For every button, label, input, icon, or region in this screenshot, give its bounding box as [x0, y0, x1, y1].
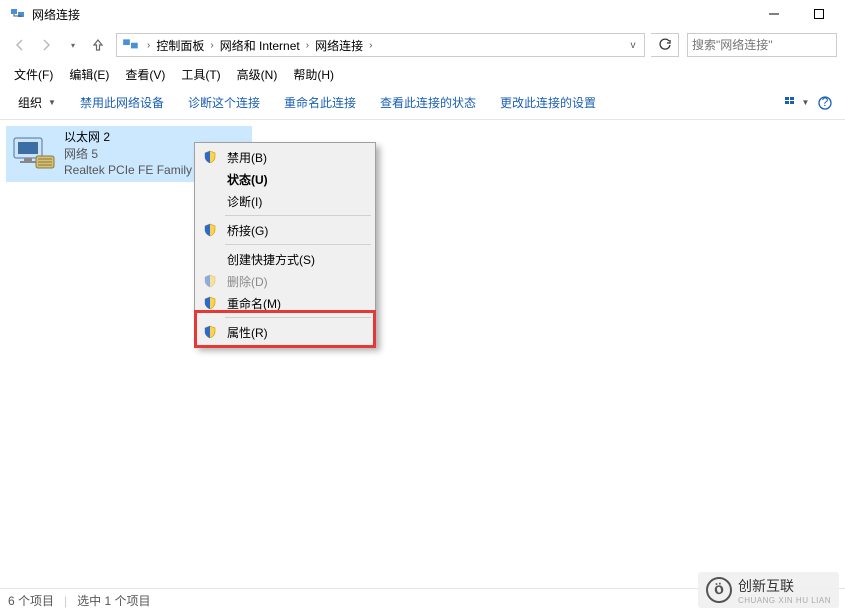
- ctx-shortcut-label: 创建快捷方式(S): [219, 251, 315, 268]
- watermark-sub: CHUANG XIN HU LIAN: [738, 596, 831, 605]
- status-item-count: 6 个项目: [8, 592, 54, 609]
- watermark: ö 创新互联 CHUANG XIN HU LIAN: [698, 572, 839, 608]
- organize-button[interactable]: 组织▼: [6, 92, 68, 113]
- menu-advanced[interactable]: 高级(N): [229, 64, 286, 85]
- command-bar: 组织▼ 禁用此网络设备 诊断这个连接 重命名此连接 查看此连接的状态 更改此连接…: [0, 86, 845, 120]
- chevron-right-icon[interactable]: ›: [143, 40, 154, 51]
- status-separator: |: [64, 594, 67, 608]
- menu-tools[interactable]: 工具(T): [173, 64, 228, 85]
- menu-file[interactable]: 文件(F): [6, 64, 61, 85]
- organize-label: 组织: [18, 94, 42, 111]
- ctx-properties[interactable]: 属性(R): [197, 321, 373, 343]
- chevron-right-icon[interactable]: ›: [365, 40, 376, 51]
- svg-text:?: ?: [822, 96, 829, 109]
- ethernet-adapter-icon: [10, 134, 58, 174]
- breadcrumb-network-connections[interactable]: 网络连接: [313, 37, 365, 54]
- diagnose-cmd[interactable]: 诊断这个连接: [176, 92, 272, 113]
- ctx-disable[interactable]: 禁用(B): [197, 146, 373, 168]
- ctx-rename-label: 重命名(M): [219, 295, 281, 312]
- history-dropdown[interactable]: ▾: [60, 33, 84, 57]
- app-icon: [10, 6, 26, 22]
- refresh-button[interactable]: [651, 33, 679, 57]
- help-button[interactable]: ?: [811, 92, 839, 114]
- view-options-button[interactable]: ▼: [783, 92, 811, 114]
- ctx-properties-label: 属性(R): [219, 324, 268, 341]
- window-title: 网络连接: [32, 6, 751, 23]
- up-button[interactable]: [86, 33, 110, 57]
- ctx-status[interactable]: 状态(U): [197, 168, 373, 190]
- ctx-delete-label: 删除(D): [219, 273, 268, 290]
- ctx-bridge-label: 桥接(G): [219, 222, 268, 239]
- disable-device-cmd[interactable]: 禁用此网络设备: [68, 92, 176, 113]
- separator: [225, 215, 371, 216]
- ctx-diagnose[interactable]: 诊断(I): [197, 190, 373, 212]
- ctx-shortcut[interactable]: 创建快捷方式(S): [197, 248, 373, 270]
- shield-icon: [201, 150, 219, 164]
- breadcrumb-control-panel[interactable]: 控制面板: [154, 37, 206, 54]
- adapter-status: 网络 5: [64, 146, 192, 163]
- search-input[interactable]: [692, 38, 832, 52]
- address-bar: ▾ › 控制面板 › 网络和 Internet › 网络连接 › v: [0, 28, 845, 62]
- location-icon: [122, 36, 140, 54]
- shield-icon: [201, 223, 219, 237]
- menu-edit[interactable]: 编辑(E): [61, 64, 117, 85]
- ctx-rename[interactable]: 重命名(M): [197, 292, 373, 314]
- context-menu: 禁用(B) 状态(U) 诊断(I) 桥接(G) 创建快捷方式(S) 删除(D) …: [194, 142, 376, 347]
- address-dropdown-icon[interactable]: v: [624, 40, 642, 51]
- breadcrumb-network-internet[interactable]: 网络和 Internet: [218, 37, 302, 54]
- change-settings-cmd[interactable]: 更改此连接的设置: [488, 92, 608, 113]
- separator: [225, 244, 371, 245]
- maximize-button[interactable]: [796, 0, 841, 28]
- address-box[interactable]: › 控制面板 › 网络和 Internet › 网络连接 › v: [116, 33, 645, 57]
- ctx-bridge[interactable]: 桥接(G): [197, 219, 373, 241]
- watermark-logo-icon: ö: [704, 575, 733, 604]
- watermark-brand: 创新互联: [738, 576, 831, 596]
- adapter-device: Realtek PCIe FE Family: [64, 162, 192, 179]
- view-status-cmd[interactable]: 查看此连接的状态: [368, 92, 488, 113]
- ctx-diagnose-label: 诊断(I): [219, 193, 262, 210]
- menu-help[interactable]: 帮助(H): [285, 64, 342, 85]
- menu-bar: 文件(F) 编辑(E) 查看(V) 工具(T) 高级(N) 帮助(H): [0, 62, 845, 86]
- separator: [225, 317, 371, 318]
- content-area[interactable]: 以太网 2 网络 5 Realtek PCIe FE Family 禁用(B) …: [0, 120, 845, 580]
- ctx-delete: 删除(D): [197, 270, 373, 292]
- adapter-info: 以太网 2 网络 5 Realtek PCIe FE Family: [64, 129, 192, 179]
- search-box[interactable]: [687, 33, 837, 57]
- minimize-button[interactable]: [751, 0, 796, 28]
- title-bar: 网络连接: [0, 0, 845, 28]
- ctx-disable-label: 禁用(B): [219, 149, 267, 166]
- chevron-right-icon[interactable]: ›: [302, 40, 313, 51]
- ctx-status-label: 状态(U): [219, 171, 268, 188]
- forward-button[interactable]: [34, 33, 58, 57]
- rename-cmd[interactable]: 重命名此连接: [272, 92, 368, 113]
- shield-icon: [201, 274, 219, 288]
- shield-icon: [201, 296, 219, 310]
- adapter-name: 以太网 2: [64, 129, 192, 146]
- status-selected: 选中 1 个项目: [77, 592, 150, 609]
- menu-view[interactable]: 查看(V): [117, 64, 173, 85]
- shield-icon: [201, 325, 219, 339]
- back-button[interactable]: [8, 33, 32, 57]
- chevron-right-icon[interactable]: ›: [206, 40, 217, 51]
